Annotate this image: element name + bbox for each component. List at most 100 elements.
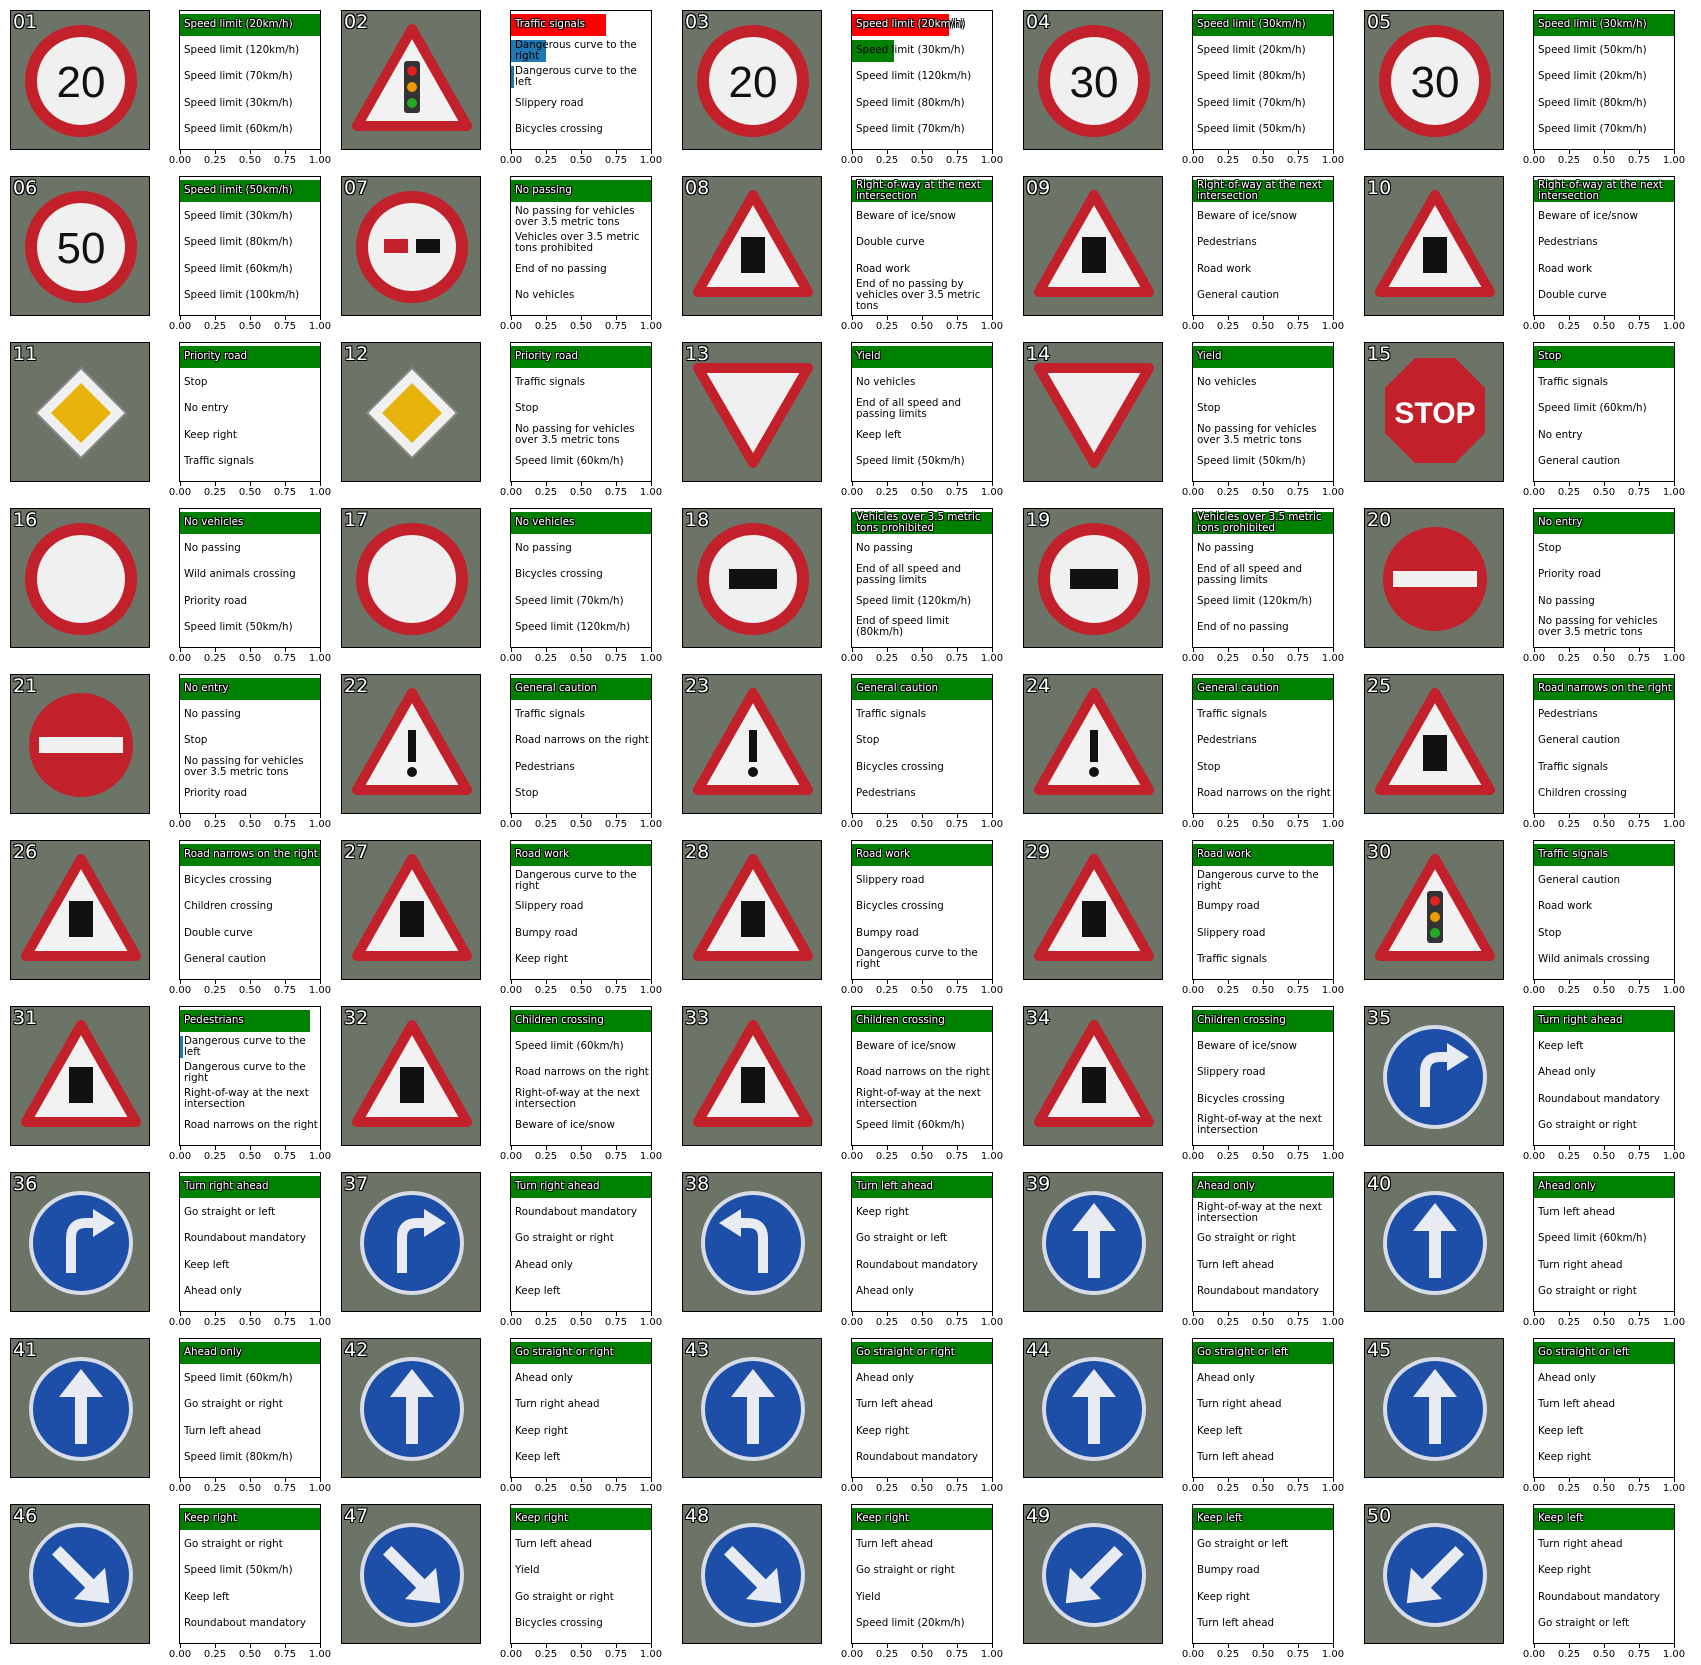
class-label: Road work — [1197, 848, 1252, 860]
x-tick-label: 0.50 — [569, 155, 593, 166]
x-tick — [991, 980, 993, 984]
x-tick-label: 0.25 — [203, 487, 227, 498]
x-tick-label: 1.00 — [1321, 819, 1345, 830]
image-number: 20 — [1367, 509, 1392, 531]
x-tick-label: 0.00 — [1181, 487, 1205, 498]
probability-plot: No entry No passing Stop No passing for veh… — [169, 674, 331, 830]
class-label: Road work — [1197, 262, 1252, 275]
probability-plot: Priority road Stop No entry Keep right Traff… — [169, 342, 331, 498]
x-tick — [1638, 1644, 1640, 1648]
x-tick-label: 0.75 — [604, 1317, 628, 1328]
class-label: Speed limit (60km/h) — [515, 1040, 624, 1053]
x-tick — [956, 1644, 958, 1648]
svg-text:30: 30 — [1070, 58, 1119, 107]
class-label: Speed limit (60km/h) — [856, 1118, 965, 1131]
class-label: Go straight or left — [184, 1206, 276, 1219]
class-label: Speed limit (30km/h) — [1538, 18, 1647, 30]
class-label: Roundabout mandatory — [1538, 1092, 1660, 1105]
x-tick-label: 0.25 — [875, 1151, 899, 1162]
probability-plot: Right-of-way at the next intersection Bew… — [1182, 176, 1344, 332]
probability-plot: Right-of-way at the next intersection Bew… — [841, 176, 1003, 332]
class-label: Keep left — [1197, 1512, 1243, 1524]
probability-plot: Yield No vehicles Stop No passing for vehic… — [1182, 342, 1344, 498]
x-tick-label: 0.00 — [499, 819, 523, 830]
x-tick-label: 1.00 — [980, 653, 1004, 664]
x-tick-label: 0.00 — [1522, 155, 1546, 166]
class-label: Yield — [515, 1564, 540, 1577]
x-tick — [179, 1312, 181, 1316]
x-tick-label: 0.00 — [840, 653, 864, 664]
probability-plot: Go straight or right Ahead only Turn right… — [500, 1338, 662, 1494]
class-label: Stop — [515, 402, 539, 415]
x-tick — [991, 648, 993, 652]
class-label: Keep left — [1538, 1512, 1584, 1524]
x-tick — [851, 316, 853, 320]
sign-image: 41 — [10, 1338, 150, 1478]
x-tick-label: 0.50 — [238, 1483, 262, 1494]
x-tick-label: 0.00 — [1522, 1483, 1546, 1494]
x-tick-label: 0.25 — [1557, 155, 1581, 166]
x-tick-label: 0.00 — [499, 487, 523, 498]
x-tick-label: 0.25 — [534, 1317, 558, 1328]
x-tick-label: 0.75 — [273, 985, 297, 996]
class-label: Traffic signals — [1538, 376, 1609, 389]
x-tick — [615, 1146, 617, 1150]
x-tick-label: 1.00 — [1321, 321, 1345, 332]
class-label: Right-of-way at the next intersection — [856, 1087, 981, 1111]
x-tick-label: 0.75 — [1286, 155, 1310, 166]
x-tick-label: 0.75 — [945, 1483, 969, 1494]
x-tick-label: 1.00 — [639, 1649, 663, 1660]
x-tick — [1332, 150, 1334, 154]
class-label: End of all speed and passing limits — [1197, 562, 1303, 586]
x-tick-label: 0.25 — [203, 321, 227, 332]
x-tick-label: 0.25 — [875, 653, 899, 664]
class-label: General caution — [184, 952, 267, 965]
class-label: Keep right — [856, 1424, 909, 1437]
x-tick — [650, 1644, 652, 1648]
probability-plot: Turn right ahead Go straight or left Round… — [169, 1172, 331, 1328]
class-label: Go straight or right — [856, 1346, 955, 1358]
sign-image: 31 — [10, 1006, 150, 1146]
x-tick-label: 0.50 — [1251, 985, 1275, 996]
image-number: 15 — [1367, 343, 1392, 365]
x-tick-label: 1.00 — [639, 487, 663, 498]
x-tick-label: 0.25 — [1557, 321, 1581, 332]
class-label: Keep right — [1538, 1564, 1591, 1577]
class-label: Traffic signals — [1538, 848, 1609, 860]
x-tick-label: 0.75 — [273, 653, 297, 664]
x-tick — [1262, 814, 1264, 818]
x-tick — [1673, 1478, 1675, 1482]
x-tick-label: 0.75 — [1286, 819, 1310, 830]
probability-plot: Priority road Traffic signals Stop No passi… — [500, 342, 662, 498]
sign-image: 18 — [682, 508, 822, 648]
class-label: Vehicles over 3.5 metric tons prohibited — [515, 230, 640, 254]
x-tick — [1227, 648, 1229, 652]
class-label: Roundabout mandatory — [856, 1258, 978, 1271]
class-label: Go straight or right — [856, 1564, 955, 1577]
class-label: Priority road — [184, 594, 248, 607]
x-tick — [284, 482, 286, 486]
sign-image: 28 — [682, 840, 822, 980]
image-number: 27 — [344, 841, 369, 863]
class-label: Right-of-way at the next intersection — [856, 178, 981, 202]
x-tick — [545, 1146, 547, 1150]
x-tick — [1673, 316, 1675, 320]
class-label: Turn left ahead — [856, 1398, 934, 1411]
class-label: Go straight or left — [1197, 1538, 1289, 1551]
x-tick — [214, 1478, 216, 1482]
sign-image: 30 05 — [1364, 10, 1504, 150]
class-label: Wild animals crossing — [184, 568, 296, 581]
class-label: Speed limit (60km/h) — [184, 1372, 293, 1385]
x-tick — [886, 980, 888, 984]
x-tick — [580, 150, 582, 154]
x-tick-label: 0.50 — [910, 653, 934, 664]
x-tick-label: 0.75 — [273, 1151, 297, 1162]
class-label: No vehicles — [856, 376, 916, 389]
x-tick-label: 0.50 — [569, 985, 593, 996]
x-tick — [1568, 648, 1570, 652]
class-label: Dangerous curve to the left — [184, 1034, 306, 1058]
x-tick-label: 1.00 — [1321, 487, 1345, 498]
image-number: 12 — [344, 343, 369, 365]
x-tick-label: 0.75 — [1286, 1317, 1310, 1328]
x-tick-label: 0.75 — [604, 487, 628, 498]
